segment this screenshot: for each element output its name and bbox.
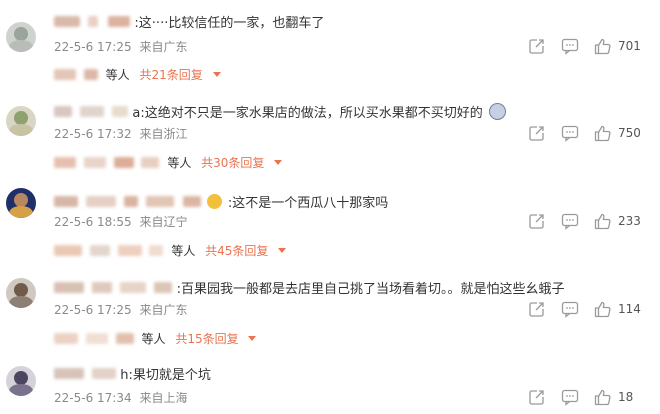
like-count: 18 [618,390,634,404]
comment-icon[interactable] [561,125,579,142]
share-icon[interactable] [528,301,545,318]
like-count: 701 [618,39,641,53]
avatar[interactable] [6,278,36,308]
comment-icon[interactable] [561,213,579,230]
comment-date: 22-5-6 17:25 [54,303,132,317]
comment-icon[interactable] [561,389,579,406]
view-replies-link[interactable]: 共21条回复 [140,68,203,82]
comment-location: 来自辽宁 [139,215,188,229]
comment-text: h:果切就是个坑 [120,368,211,383]
reply-users: 等人 [141,332,166,346]
comment-text: a:这绝对不只是一家水果店的做法，所以买水果都不买切好的 [132,106,483,121]
comment-date: 22-5-6 18:55 [54,215,132,229]
like-count: 233 [618,214,641,228]
share-icon[interactable] [528,213,545,230]
chevron-down-icon[interactable] [274,160,283,165]
avatar[interactable] [6,366,36,396]
comment-date: 22-5-6 17:32 [54,127,132,141]
username[interactable] [54,196,78,207]
share-icon[interactable] [528,125,545,142]
share-icon[interactable] [528,38,545,55]
emoji-icon [206,194,222,209]
thumbs-up-icon[interactable] [594,389,612,406]
comment-location: 来自浙江 [139,127,188,141]
comment-text: :这不是一个西瓜八十那家吗 [227,196,389,211]
username[interactable] [54,282,84,293]
like-count: 750 [618,126,641,140]
comment-text: :百果园我一般都是去店里自己挑了当场看着切。。就是怕这些幺蛾子 [176,282,565,297]
comment-location: 来自上海 [139,391,188,405]
comment-icon[interactable] [561,301,579,318]
view-replies-link[interactable]: 共45条回复 [205,244,268,258]
thumbs-up-icon[interactable] [594,213,612,230]
thumbs-up-icon[interactable] [594,38,612,55]
chevron-down-icon[interactable] [248,336,257,341]
username[interactable] [54,16,80,27]
comment-text: :这····比较信任的一家，也翻车了 [134,16,325,31]
comment-date: 22-5-6 17:25 [54,40,132,54]
chevron-down-icon[interactable] [212,72,221,77]
reply-users: 等人 [105,68,130,82]
view-replies-link[interactable]: 共30条回复 [201,156,264,170]
reply-users: 等人 [167,156,192,170]
avatar[interactable] [6,22,36,52]
comment-location: 来自广东 [139,303,188,317]
avatar[interactable] [6,188,36,218]
avatar[interactable] [6,106,36,136]
chevron-down-icon[interactable] [278,248,287,253]
like-count: 114 [618,302,641,316]
thumbs-up-icon[interactable] [594,125,612,142]
reply-users: 等人 [171,244,196,258]
comment-icon[interactable] [561,38,579,55]
comment-date: 22-5-6 17:34 [54,391,132,405]
view-replies-link[interactable]: 共15条回复 [175,332,238,346]
comment-location: 来自广东 [139,40,188,54]
username[interactable] [54,368,84,379]
username[interactable] [54,106,72,117]
thumbs-up-icon[interactable] [594,301,612,318]
emoji-icon [488,103,506,120]
share-icon[interactable] [528,389,545,406]
